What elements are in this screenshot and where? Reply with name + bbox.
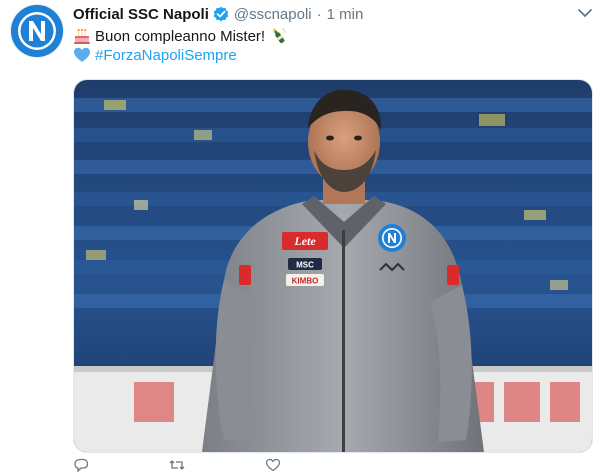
tweet-text: Buon compleanno Mister! <box>95 27 266 45</box>
blue-heart-icon <box>73 46 91 64</box>
separator-dot: · <box>316 5 322 23</box>
verified-badge-icon <box>213 6 229 22</box>
hashtag-link[interactable]: #ForzaNapoliSempre <box>95 47 237 64</box>
tweet-hashtag-line: #ForzaNapoliSempre <box>73 46 237 64</box>
sponsor-lete: Lete <box>293 234 316 248</box>
tweet-timestamp[interactable]: 1 min <box>327 6 364 23</box>
sponsor-kimbo: KIMBO <box>292 277 319 286</box>
avatar[interactable] <box>11 5 63 57</box>
account-handle[interactable]: @sscnapoli <box>234 6 312 23</box>
tweet-text-line: Buon compleanno Mister! <box>73 27 287 45</box>
champagne-bottle-icon <box>269 27 287 45</box>
account-name[interactable]: Official SSC Napoli <box>73 6 209 23</box>
chevron-down-icon[interactable] <box>576 6 594 20</box>
napoli-logo <box>11 5 63 57</box>
tweet-photo[interactable]: Lete MSC KIMBO <box>73 79 593 453</box>
tweet-card[interactable]: Official SSC Napoli @sscnapoli · 1 min B… <box>0 0 600 472</box>
sponsor-msc: MSC <box>296 261 314 270</box>
tweet-header: Official SSC Napoli @sscnapoli · 1 min <box>73 4 363 24</box>
photo-image: Lete MSC KIMBO <box>74 80 592 452</box>
birthday-cake-icon <box>73 27 91 45</box>
